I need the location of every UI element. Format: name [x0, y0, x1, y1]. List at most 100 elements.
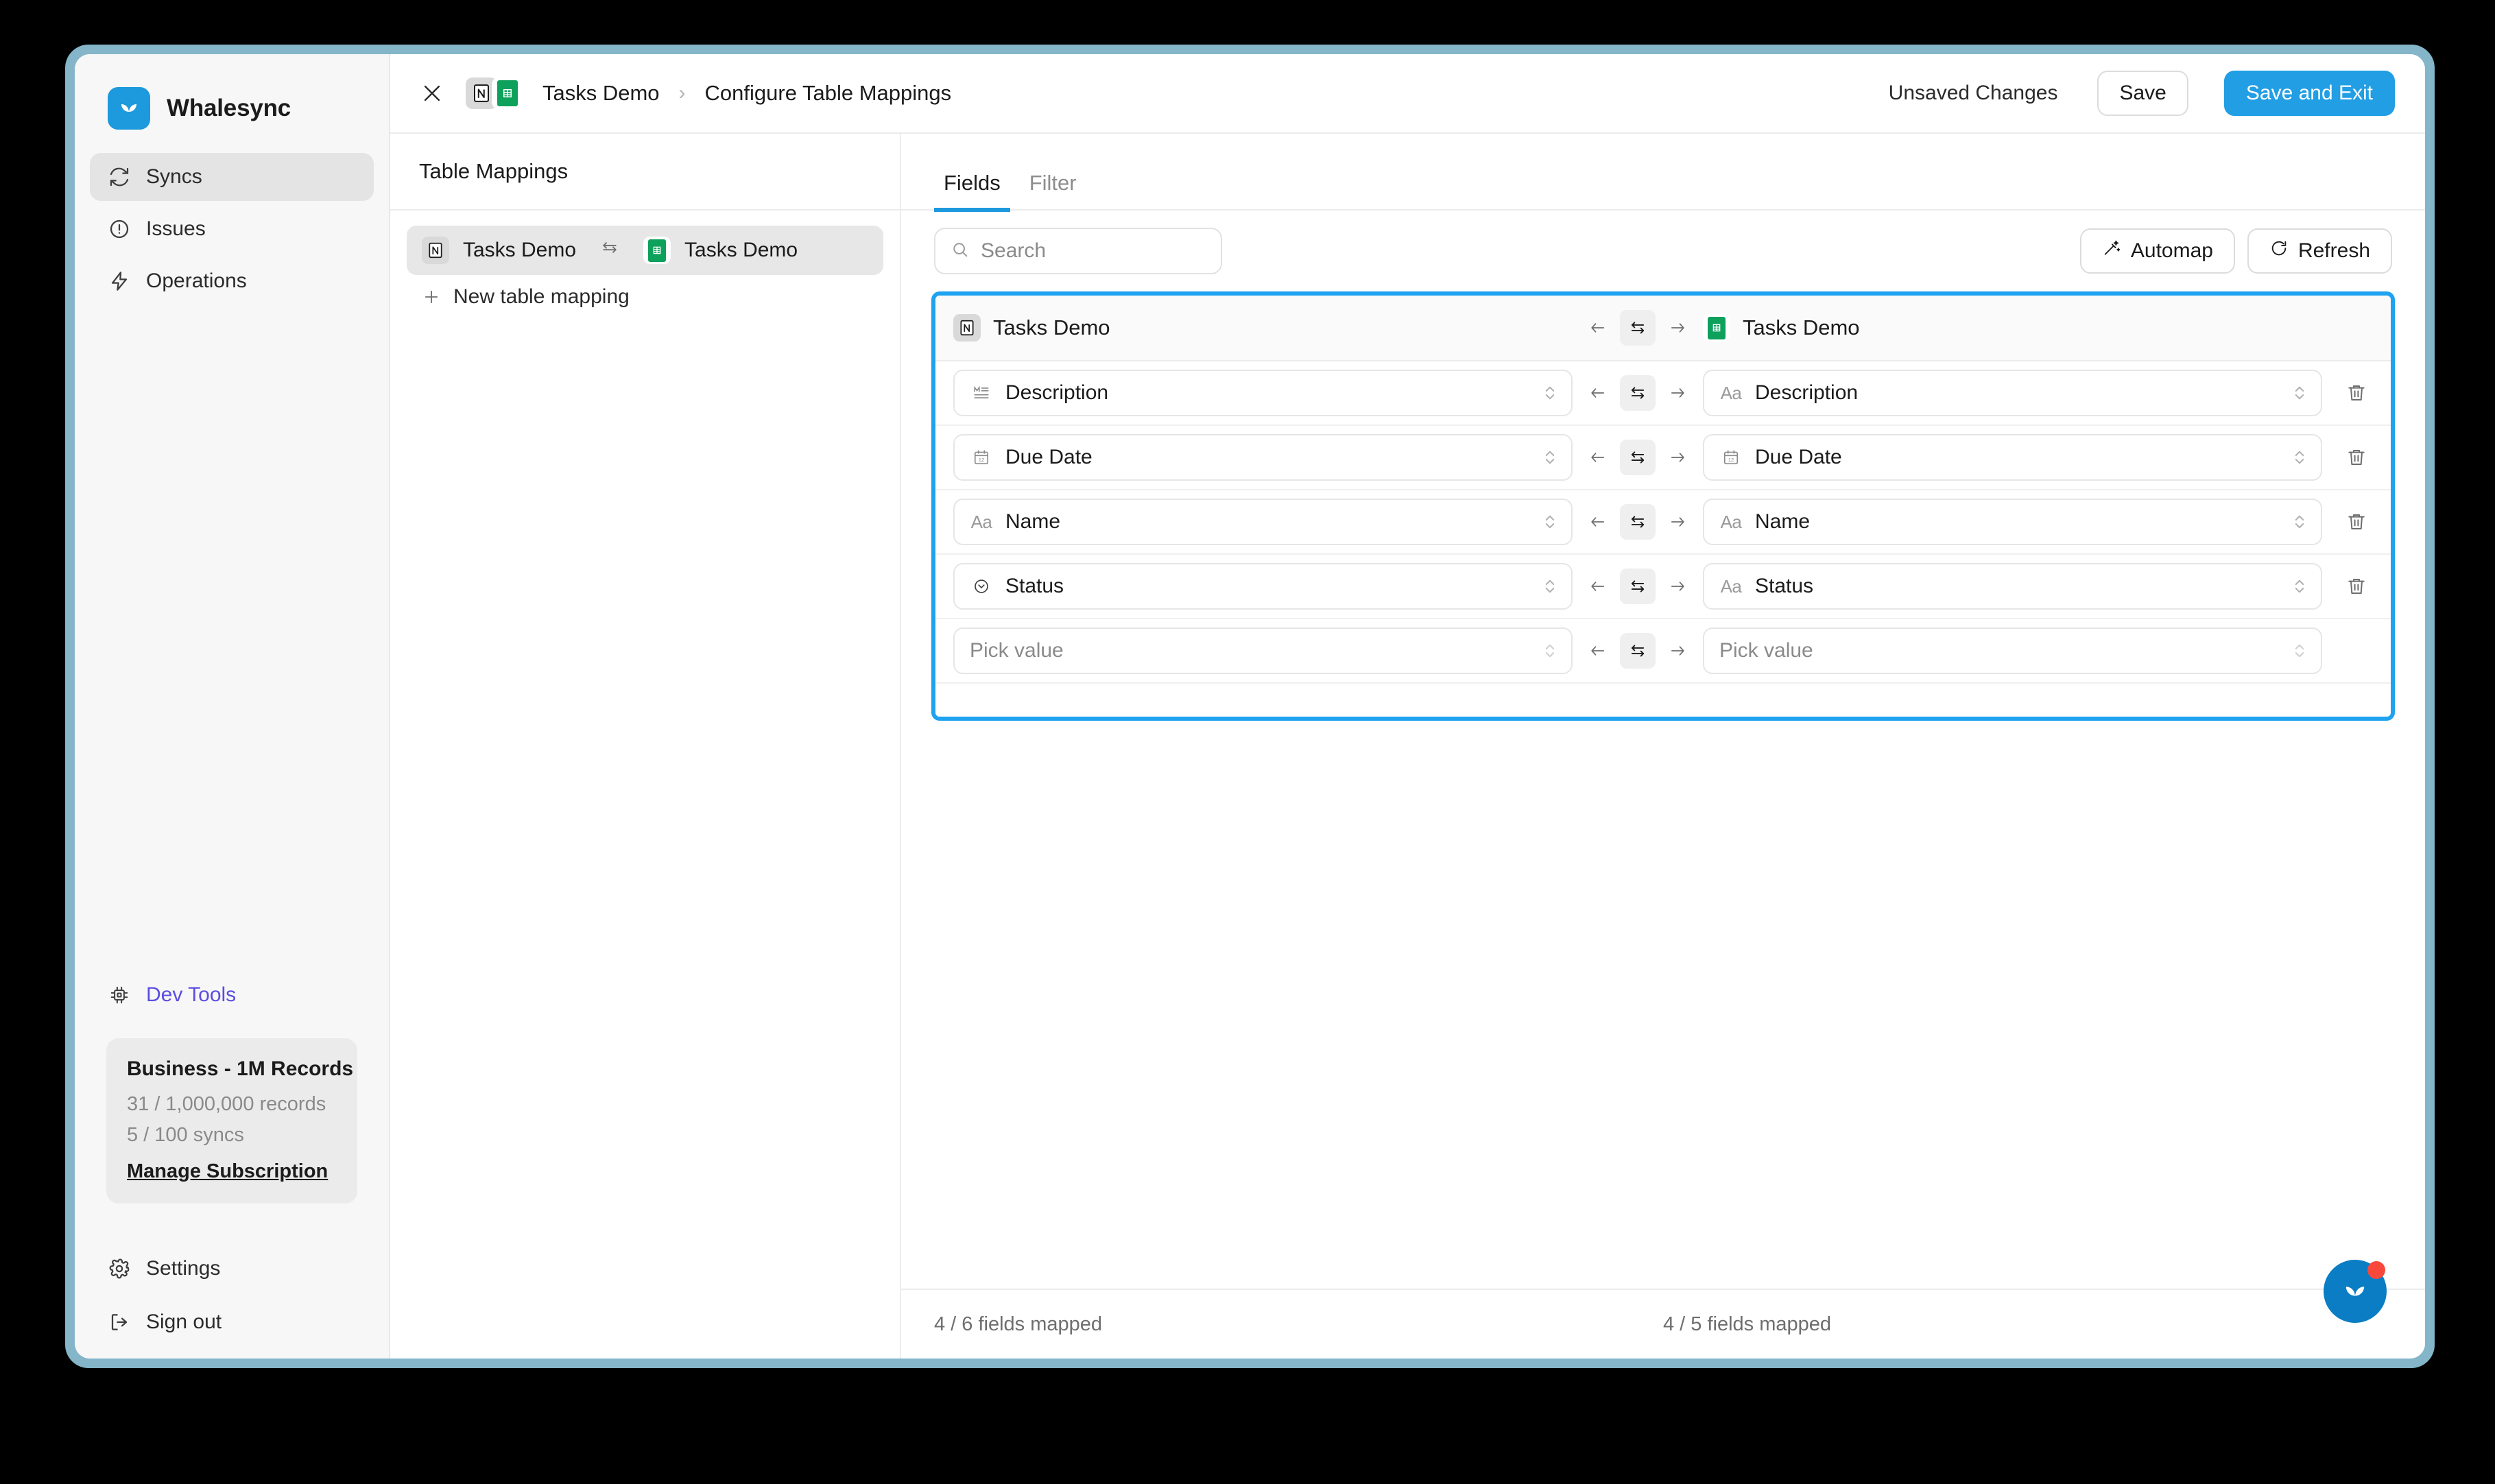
- sidebar-item-label: Syncs: [146, 165, 202, 188]
- automap-button[interactable]: Automap: [2079, 228, 2235, 274]
- screen-background: Whalesync Syncs Issues Operations Dev To…: [0, 0, 2495, 1484]
- source-field-label: Due Date: [1005, 446, 1093, 468]
- new-table-mapping-button[interactable]: New table mapping: [407, 275, 883, 319]
- main-content: Tasks Demo › Configure Table Mappings Un…: [390, 54, 2425, 1359]
- refresh-label: Refresh: [2297, 239, 2370, 262]
- direction-right-icon[interactable]: [1662, 440, 1693, 475]
- gear-icon: [108, 1257, 131, 1280]
- breadcrumb-current-page: Configure Table Mappings: [704, 81, 952, 105]
- body-row: Table Mappings Tasks Demo Tasks Demo New…: [390, 134, 2425, 1359]
- destination-field-select[interactable]: Aa Status: [1703, 563, 2322, 610]
- direction-left-icon[interactable]: [1583, 440, 1613, 475]
- table-mapping-item[interactable]: Tasks Demo Tasks Demo: [407, 226, 883, 275]
- save-button[interactable]: Save: [2097, 71, 2188, 116]
- tab-filter[interactable]: Filter: [1020, 171, 1086, 212]
- brand: Whalesync: [75, 54, 389, 153]
- source-field-select[interactable]: Description: [953, 370, 1573, 416]
- row-direction-toggle-group: [1573, 504, 1703, 540]
- notion-icon: [953, 314, 981, 342]
- close-icon[interactable]: [418, 79, 446, 108]
- chevron-updown-icon: [1542, 445, 1557, 470]
- direction-bidirectional-icon[interactable]: [1620, 633, 1656, 669]
- breadcrumb-separator-icon: ›: [678, 82, 686, 104]
- chevron-updown-icon: [2292, 574, 2307, 599]
- plan-syncs-usage: 5 / 100 syncs: [127, 1124, 244, 1146]
- breadcrumb-sync-name[interactable]: Tasks Demo: [542, 81, 660, 106]
- destination-field-select[interactable]: Aa Description: [1703, 370, 2322, 416]
- text-icon: Aa: [970, 511, 992, 532]
- sidebar-item-settings[interactable]: Settings: [90, 1245, 374, 1293]
- search-box[interactable]: [934, 228, 1222, 274]
- direction-left-icon[interactable]: [1583, 569, 1613, 604]
- brand-name: Whalesync: [167, 95, 291, 121]
- table-mappings-list: Tasks Demo Tasks Demo New table mapping: [390, 211, 900, 319]
- rich-text-icon: [970, 381, 993, 405]
- direction-toggle-group: [1573, 310, 1703, 346]
- destination-field-select[interactable]: Aa Name: [1703, 499, 2322, 545]
- table-header-destination: Tasks Demo: [1703, 314, 2322, 342]
- direction-left-icon[interactable]: [1583, 375, 1613, 411]
- field-mapping-row: Description Aa Description: [935, 361, 2391, 426]
- direction-bidirectional-icon[interactable]: [1620, 440, 1656, 475]
- table-header-source: Tasks Demo: [953, 314, 1573, 342]
- field-mapping-table: Tasks Demo Tasks Demo Description Aa Des…: [931, 291, 2395, 721]
- row-direction-toggle-group: [1573, 375, 1703, 411]
- source-field-placeholder: Pick value: [970, 639, 1064, 662]
- direction-right-icon[interactable]: [1662, 633, 1693, 669]
- manage-subscription-link[interactable]: Manage Subscription: [127, 1160, 328, 1183]
- refresh-icon: [2269, 239, 2289, 263]
- fields-panel: Fields Filter Search Automap Refresh Tas…: [901, 134, 2425, 1359]
- chevron-updown-icon: [2292, 381, 2307, 405]
- direction-bidirectional-icon[interactable]: [1620, 310, 1656, 346]
- sign-out-icon: [108, 1311, 131, 1334]
- source-field-label: Name: [1005, 510, 1061, 533]
- direction-right-icon[interactable]: [1662, 375, 1693, 411]
- direction-right-icon[interactable]: [1662, 504, 1693, 540]
- table-mappings-panel: Table Mappings Tasks Demo Tasks Demo New…: [390, 134, 901, 1359]
- text-icon: Aa: [1720, 575, 1742, 597]
- sidebar-item-syncs[interactable]: Syncs: [90, 153, 374, 201]
- source-field-select[interactable]: Aa Name: [953, 499, 1573, 545]
- save-and-exit-button[interactable]: Save and Exit: [2223, 71, 2395, 116]
- plan-title: Business - 1M Records: [127, 1057, 354, 1080]
- search-input[interactable]: [981, 239, 1206, 263]
- direction-bidirectional-icon[interactable]: [1620, 504, 1656, 540]
- delete-mapping-icon[interactable]: [2340, 505, 2373, 538]
- source-field-select[interactable]: 12 Due Date: [953, 434, 1573, 481]
- sidebar-item-sign-out[interactable]: Sign out: [90, 1298, 374, 1346]
- fields-panel-tabs: Fields Filter: [901, 134, 2425, 212]
- sidebar-item-operations[interactable]: Operations: [90, 257, 374, 305]
- delete-mapping-icon[interactable]: [2340, 376, 2373, 409]
- row-actions: [2322, 376, 2373, 409]
- support-chat-button[interactable]: [2324, 1260, 2387, 1323]
- direction-right-icon[interactable]: [1662, 310, 1693, 346]
- delete-mapping-icon[interactable]: [2340, 441, 2373, 474]
- source-field-select[interactable]: Status: [953, 563, 1573, 610]
- fields-footer: 4 / 6 fields mapped 4 / 5 fields mapped: [901, 1289, 2425, 1359]
- row-direction-toggle-group: [1573, 569, 1703, 604]
- chevron-updown-icon: [1542, 381, 1557, 405]
- table-header-destination-label: Tasks Demo: [1743, 315, 1860, 339]
- field-mapping-row: Status Aa Status: [935, 555, 2391, 619]
- delete-mapping-icon[interactable]: [2340, 570, 2373, 603]
- direction-bidirectional-icon[interactable]: [1620, 569, 1656, 604]
- destination-field-select[interactable]: 12 Due Date: [1703, 434, 2322, 481]
- direction-bidirectional-icon[interactable]: [1620, 375, 1656, 411]
- calendar-icon: 12: [1719, 446, 1743, 469]
- direction-left-icon[interactable]: [1583, 504, 1613, 540]
- row-direction-toggle-group: [1573, 440, 1703, 475]
- sidebar-item-label: Issues: [146, 217, 206, 240]
- sidebar-item-issues[interactable]: Issues: [90, 205, 374, 253]
- notification-dot: [2367, 1261, 2385, 1279]
- refresh-button[interactable]: Refresh: [2247, 228, 2392, 274]
- direction-left-icon[interactable]: [1583, 633, 1613, 669]
- notion-icon: [422, 237, 449, 264]
- direction-left-icon[interactable]: [1583, 310, 1613, 346]
- destination-field-select-empty[interactable]: Pick value: [1703, 627, 2322, 674]
- text-icon: Aa: [1720, 511, 1742, 532]
- source-field-select-empty[interactable]: Pick value: [953, 627, 1573, 674]
- svg-text:12: 12: [1728, 457, 1734, 463]
- sidebar-item-dev-tools[interactable]: Dev Tools: [75, 983, 389, 1007]
- direction-right-icon[interactable]: [1662, 569, 1693, 604]
- tab-fields[interactable]: Fields: [934, 171, 1010, 212]
